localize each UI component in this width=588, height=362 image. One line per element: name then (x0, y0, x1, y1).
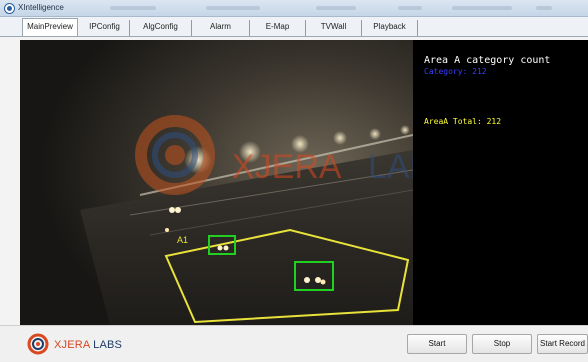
blurred-title-segment (206, 6, 260, 10)
main-tab-bar: MainPreview IPConfig AlgConfig Alarm E-M… (0, 17, 588, 37)
app-icon (5, 4, 14, 13)
window-title: XIntelligence (18, 3, 64, 12)
watermark-brand: XJERA (232, 148, 342, 186)
tab-label: TVWall (320, 22, 347, 31)
count-info-panel: Area A category count Category: 212 Area… (413, 40, 588, 325)
area-count-title: Area A category count (424, 55, 551, 66)
logo-text: XJERA LABS (54, 339, 122, 351)
tab-e-map[interactable]: E-Map (250, 20, 306, 36)
application-window: XIntelligence MainPreview IPConfig AlgCo… (0, 0, 588, 362)
category-count-text: Category: 212 (424, 67, 487, 76)
tab-label: Playback (373, 22, 406, 31)
stop-button[interactable]: Stop (472, 334, 532, 354)
start-button[interactable]: Start (407, 334, 467, 354)
tab-label: E-Map (265, 22, 290, 31)
tab-ip-config[interactable]: IPConfig (80, 20, 130, 36)
tab-main-preview[interactable]: MainPreview (22, 18, 78, 36)
tab-label: MainPreview (27, 22, 73, 31)
start-record-button[interactable]: Start Record (537, 334, 588, 354)
blurred-title-segment (536, 6, 552, 10)
tab-label: IPConfig (89, 22, 120, 31)
detection-zone-label: A1 (177, 235, 188, 245)
tab-alarm[interactable]: Alarm (192, 20, 250, 36)
title-bar: XIntelligence (0, 0, 588, 17)
area-total-text: AreaA Total: 212 (424, 117, 502, 126)
blurred-title-segment (110, 6, 156, 10)
blurred-title-segment (452, 6, 512, 10)
logo-emblem-icon (27, 333, 49, 355)
tab-label: Alarm (210, 22, 231, 31)
tab-label: AlgConfig (143, 22, 178, 31)
tab-playback[interactable]: Playback (362, 20, 418, 36)
video-preview[interactable]: XJERA LABS A1 (20, 40, 413, 325)
blurred-title-segment (398, 6, 422, 10)
logo-brand: XJERA (54, 339, 90, 351)
xjera-labs-logo: XJERA LABS (26, 333, 126, 355)
blurred-title-segment (316, 6, 356, 10)
watermark-suffix: LABS (368, 148, 413, 186)
tab-tv-wall[interactable]: TVWall (306, 20, 362, 36)
camera-scene: XJERA LABS A1 (20, 40, 413, 325)
logo-suffix: LABS (93, 339, 123, 351)
tab-alg-config[interactable]: AlgConfig (130, 20, 192, 36)
